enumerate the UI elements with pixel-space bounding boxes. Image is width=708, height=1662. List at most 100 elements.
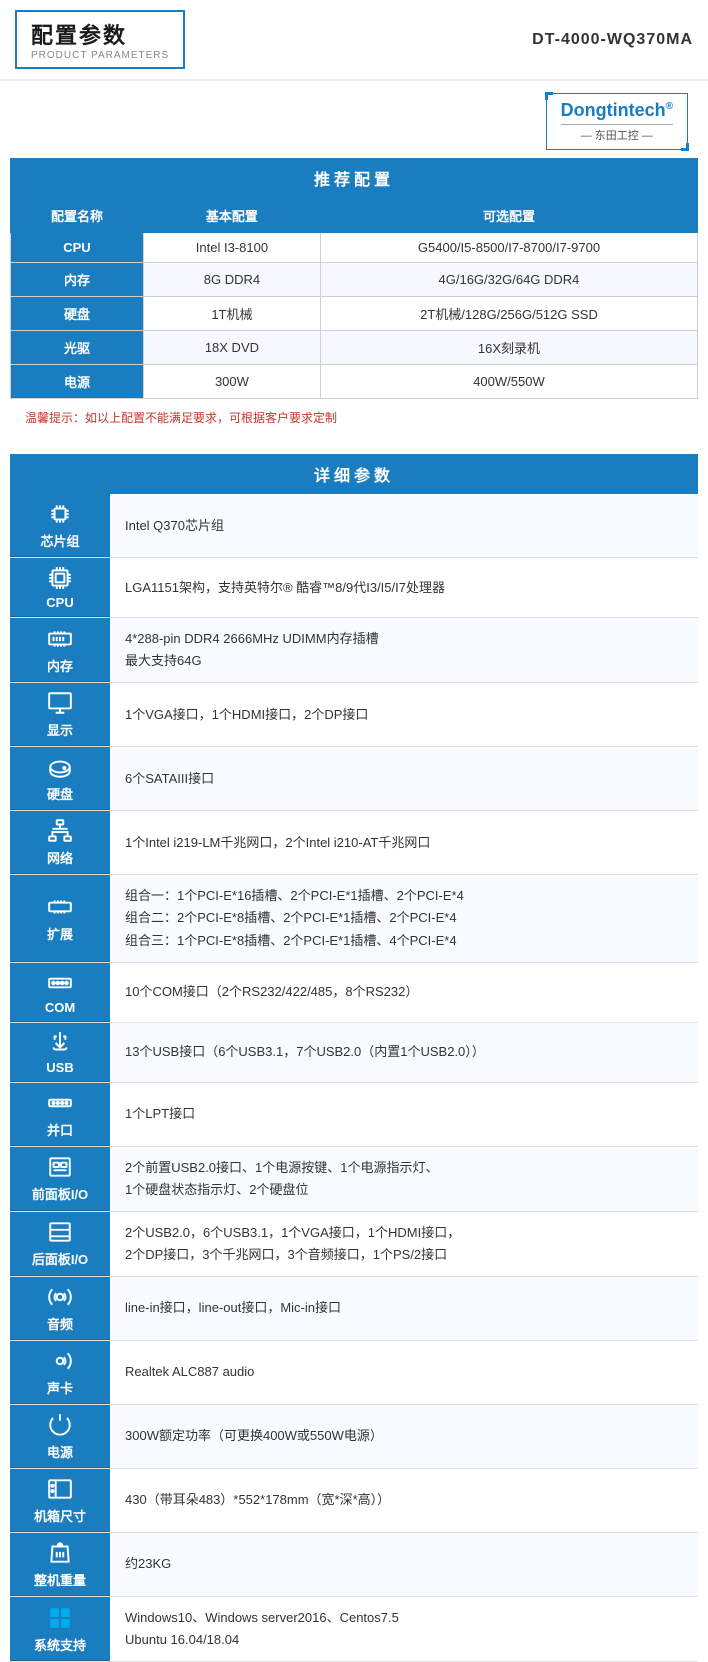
- detail-icon-label: 系统支持: [34, 1635, 86, 1654]
- network-icon: [46, 817, 74, 845]
- detail-row: 显示 1个VGA接口，1个HDMI接口，2个DP接口: [10, 683, 698, 747]
- rec-row-name: CPU: [11, 233, 144, 263]
- logo-brand-text: Dongtintech: [561, 100, 666, 120]
- detail-icon-cell: 整机重量: [10, 1533, 110, 1596]
- detail-icon-label: USB: [46, 1060, 73, 1075]
- detail-icon-cell: CPU: [10, 558, 110, 617]
- detail-content: 430（带耳朵483）*552*178mm（宽*深*高））: [110, 1469, 698, 1532]
- rec-row: 硬盘 1T机械 2T机械/128G/256G/512G SSD: [11, 297, 698, 331]
- detail-row: 芯片组 Intel Q370芯片组: [10, 494, 698, 558]
- detail-icon-label: 前面板I/O: [32, 1184, 88, 1203]
- chassis-icon: [46, 1475, 74, 1503]
- detail-icon-cell: 音频: [10, 1277, 110, 1340]
- detail-icon-cell: 扩展: [10, 875, 110, 961]
- detail-row: 硬盘 6个SATAIII接口: [10, 747, 698, 811]
- rec-col1: 配置名称: [11, 199, 144, 233]
- rec-row: 光驱 18X DVD 16X刻录机: [11, 331, 698, 365]
- chip-icon: [46, 500, 74, 528]
- detail-content-text: 10个COM接口（2个RS232/422/485，8个RS232）: [125, 981, 683, 1003]
- detail-content-text: 约23KG: [125, 1553, 683, 1575]
- rec-row-name: 硬盘: [11, 297, 144, 331]
- detail-icon-label: 扩展: [47, 924, 73, 943]
- detail-content: 2个前置USB2.0接口、1个电源按键、1个电源指示灯、1个硬盘状态指示灯、2个…: [110, 1147, 698, 1211]
- detail-content-text: 4*288-pin DDR4 2666MHz UDIMM内存插槽最大支持64G: [125, 628, 683, 672]
- detail-icon-label: 整机重量: [34, 1570, 86, 1589]
- detail-row: 电源 300W额定功率（可更换400W或550W电源）: [10, 1405, 698, 1469]
- sub-title: PRODUCT PARAMETERS: [31, 50, 169, 61]
- detail-content-text: 2个前置USB2.0接口、1个电源按键、1个电源指示灯、1个硬盘状态指示灯、2个…: [125, 1157, 683, 1201]
- rec-row: 内存 8G DDR4 4G/16G/32G/64G DDR4: [11, 263, 698, 297]
- detail-row: 系统支持 Windows10、Windows server2016、Centos…: [10, 1597, 698, 1662]
- detail-rows-container: 芯片组 Intel Q370芯片组 CPU LGA1151架构，支持英特尔® 酷…: [10, 494, 698, 1662]
- detail-icon-label: 后面板I/O: [32, 1249, 88, 1268]
- detail-content: 约23KG: [110, 1533, 698, 1596]
- frontio-icon: [46, 1153, 74, 1181]
- detail-row: 内存 4*288-pin DDR4 2666MHz UDIMM内存插槽最大支持6…: [10, 618, 698, 683]
- detail-icon-label: 硬盘: [47, 784, 73, 803]
- os-icon: [46, 1604, 74, 1632]
- detail-content: 1个VGA接口，1个HDMI接口，2个DP接口: [110, 683, 698, 746]
- parallel-icon: [46, 1089, 74, 1117]
- rec-row-optional: 2T机械/128G/256G/512G SSD: [320, 297, 697, 331]
- rec-row-name: 光驱: [11, 331, 144, 365]
- expand-icon: [46, 893, 74, 921]
- detail-icon-cell: 并口: [10, 1083, 110, 1146]
- recommended-section: 推荐配置 配置名称 基本配置 可选配置 CPU Intel I3-8100 G5…: [10, 158, 698, 446]
- detail-content-text: Intel Q370芯片组: [125, 515, 683, 537]
- detail-icon-label: COM: [45, 1000, 75, 1015]
- rec-table: 配置名称 基本配置 可选配置 CPU Intel I3-8100 G5400/I…: [10, 198, 698, 399]
- logo-slogan: — 东田工控 —: [561, 124, 673, 143]
- detail-icon-cell: 内存: [10, 618, 110, 682]
- hdd-icon: [46, 753, 74, 781]
- rec-section-header: 推荐配置: [10, 158, 698, 198]
- detail-row: 声卡 Realtek ALC887 audio: [10, 1341, 698, 1405]
- usb-icon: [46, 1029, 74, 1057]
- detail-content: 组合一：1个PCI-E*16插槽、2个PCI-E*1插槽、2个PCI-E*4组合…: [110, 875, 698, 961]
- detail-content-text: 430（带耳朵483）*552*178mm（宽*深*高））: [125, 1489, 683, 1511]
- rec-row-optional: 400W/550W: [320, 365, 697, 399]
- cpu-icon: [46, 564, 74, 592]
- detail-icon-cell: 前面板I/O: [10, 1147, 110, 1211]
- rec-row: 电源 300W 400W/550W: [11, 365, 698, 399]
- detail-content: 1个Intel i219-LM千兆网口，2个Intel i210-AT千兆网口: [110, 811, 698, 874]
- ram-icon: [46, 625, 74, 653]
- detail-icon-cell: USB: [10, 1023, 110, 1082]
- logo-reg: ®: [666, 101, 673, 112]
- rec-row-optional: G5400/I5-8500/I7-8700/I7-9700: [320, 233, 697, 263]
- detail-row: COM 10个COM接口（2个RS232/422/485，8个RS232）: [10, 963, 698, 1023]
- logo-box: Dongtintech® — 东田工控 —: [546, 93, 688, 150]
- detail-content: 6个SATAIII接口: [110, 747, 698, 810]
- detail-content-text: line-in接口，line-out接口，Mic-in接口: [125, 1297, 683, 1319]
- detail-icon-label: 音频: [47, 1314, 73, 1333]
- detail-content-text: 2个USB2.0，6个USB3.1，1个VGA接口，1个HDMI接口，2个DP接…: [125, 1222, 683, 1266]
- rec-row: CPU Intel I3-8100 G5400/I5-8500/I7-8700/…: [11, 233, 698, 263]
- detail-content-text: 300W额定功率（可更换400W或550W电源）: [125, 1425, 683, 1447]
- detail-icon-label: 并口: [47, 1120, 73, 1139]
- rec-row-basic: 300W: [143, 365, 320, 399]
- detail-content-text: 6个SATAIII接口: [125, 768, 683, 790]
- display-icon: [46, 689, 74, 717]
- detail-content-text: 13个USB接口（6个USB3.1，7个USB2.0（内置1个USB2.0））: [125, 1041, 683, 1063]
- detail-row: 前面板I/O 2个前置USB2.0接口、1个电源按键、1个电源指示灯、1个硬盘状…: [10, 1147, 698, 1212]
- tip-text: 温馨提示：如以上配置不能满足要求，可根据客户要求定制: [10, 399, 698, 446]
- detail-icon-cell: 网络: [10, 811, 110, 874]
- com-icon: [46, 969, 74, 997]
- detail-icon-cell: 机箱尺寸: [10, 1469, 110, 1532]
- detail-icon-cell: 系统支持: [10, 1597, 110, 1661]
- detail-icon-cell: 硬盘: [10, 747, 110, 810]
- rec-row-optional: 16X刻录机: [320, 331, 697, 365]
- rec-row-basic: Intel I3-8100: [143, 233, 320, 263]
- rec-col3: 可选配置: [320, 199, 697, 233]
- rec-row-name: 电源: [11, 365, 144, 399]
- detail-content: 13个USB接口（6个USB3.1，7个USB2.0（内置1个USB2.0））: [110, 1023, 698, 1082]
- detail-row: 整机重量 约23KG: [10, 1533, 698, 1597]
- reario-icon: [46, 1218, 74, 1246]
- detail-icon-label: 芯片组: [40, 531, 79, 550]
- detail-row: 机箱尺寸 430（带耳朵483）*552*178mm（宽*深*高））: [10, 1469, 698, 1533]
- detail-content: 10个COM接口（2个RS232/422/485，8个RS232）: [110, 963, 698, 1022]
- detail-content-text: 1个LPT接口: [125, 1103, 683, 1125]
- detail-row: 并口 1个LPT接口: [10, 1083, 698, 1147]
- weight-icon: [46, 1539, 74, 1567]
- detail-row: USB 13个USB接口（6个USB3.1，7个USB2.0（内置1个USB2.…: [10, 1023, 698, 1083]
- logo-area: Dongtintech® — 东田工控 —: [0, 81, 708, 158]
